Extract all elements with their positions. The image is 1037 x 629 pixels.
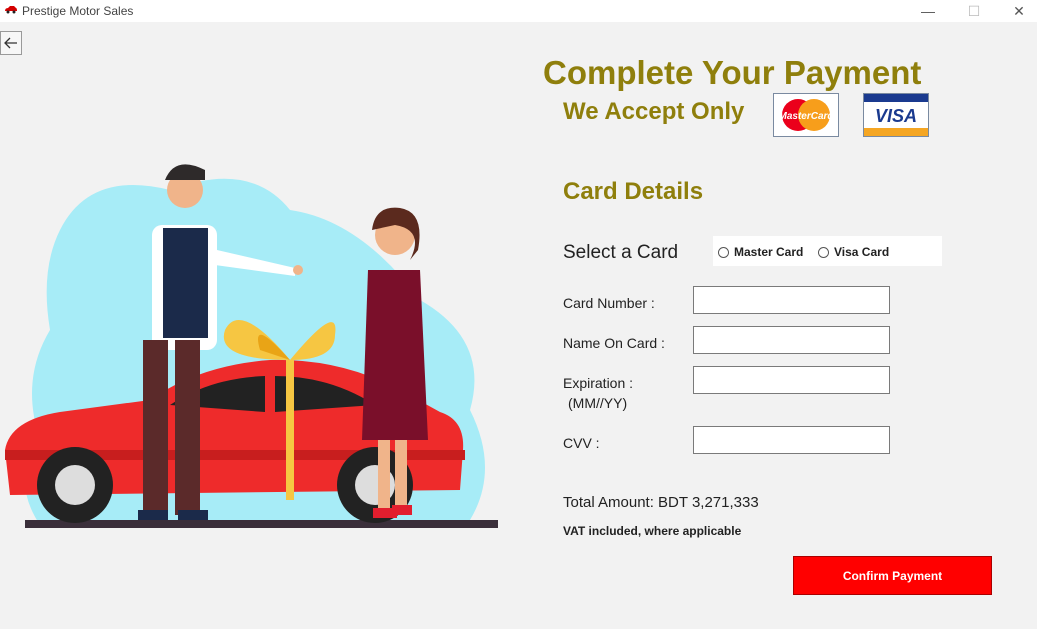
radio-circle-icon bbox=[818, 246, 829, 258]
title-bar: Prestige Motor Sales — ☐ ✕ bbox=[0, 0, 1037, 22]
close-button[interactable]: ✕ bbox=[996, 0, 1037, 22]
expiration-label: Expiration : bbox=[563, 375, 634, 391]
mastercard-logo: MasterCard bbox=[773, 93, 839, 137]
cvv-input[interactable] bbox=[693, 426, 890, 454]
visa-card-option-label: Visa Card bbox=[834, 245, 890, 259]
expiration-format-hint: (MM//YY) bbox=[568, 395, 628, 411]
visa-logo: VISA bbox=[863, 93, 929, 137]
master-card-option-label: Master Card bbox=[734, 245, 804, 259]
master-card-radio[interactable]: Master Card bbox=[718, 245, 803, 259]
card-number-label: Card Number : bbox=[563, 295, 655, 311]
maximize-button[interactable]: ☐ bbox=[951, 0, 997, 22]
mastercard-logo-text: MasterCard bbox=[778, 111, 834, 122]
expiration-input[interactable] bbox=[693, 366, 890, 394]
back-button[interactable] bbox=[0, 31, 22, 55]
car-purchase-illustration bbox=[5, 164, 498, 528]
minimize-button[interactable]: — bbox=[905, 0, 951, 22]
card-details-title: Card Details bbox=[563, 178, 704, 205]
card-number-input[interactable] bbox=[693, 286, 890, 314]
window-title: Prestige Motor Sales bbox=[22, 4, 134, 18]
page-heading: Complete Your Payment bbox=[543, 54, 922, 91]
name-on-card-label: Name On Card : bbox=[563, 335, 665, 351]
vat-note: VAT included, where applicable bbox=[563, 524, 742, 538]
radio-circle-icon bbox=[718, 246, 729, 258]
car-app-icon bbox=[5, 6, 17, 14]
cvv-label: CVV : bbox=[563, 435, 600, 451]
visa-logo-text: VISA bbox=[875, 106, 917, 126]
visa-card-radio[interactable]: Visa Card bbox=[818, 245, 889, 259]
accepted-cards-text: We Accept Only bbox=[563, 98, 745, 125]
select-card-label: Select a Card bbox=[563, 242, 679, 263]
name-on-card-input[interactable] bbox=[693, 326, 890, 354]
confirm-payment-button[interactable]: Confirm Payment bbox=[793, 556, 992, 595]
arrow-left-icon bbox=[4, 37, 17, 49]
card-type-radio-group: Master Card Visa Card bbox=[713, 236, 942, 266]
total-amount: Total Amount: BDT 3,271,333 bbox=[563, 494, 759, 511]
